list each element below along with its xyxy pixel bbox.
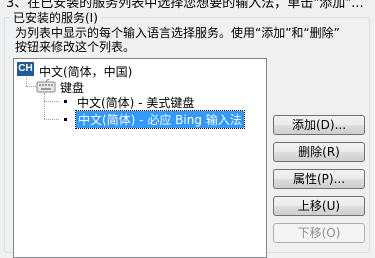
tree-connector xyxy=(26,77,27,86)
services-tree[interactable]: CH 中文(简体，中国) 键盘 中文(简体) - 美式键盘 中文(简体) - 必… xyxy=(13,58,267,258)
tree-connector xyxy=(44,119,59,120)
description-line-2: 按钮来修改这个列表。 xyxy=(15,40,136,54)
bullet-icon xyxy=(64,118,67,121)
move-up-button[interactable]: 上移(U) xyxy=(273,196,365,216)
add-button[interactable]: 添加(D)... xyxy=(273,115,365,135)
tree-connector xyxy=(44,93,45,119)
group-title: 已安装的服务(I) xyxy=(10,9,101,26)
keyboard-icon xyxy=(36,79,56,93)
tree-node-service-2-selected[interactable]: 中文(简体) - 必应 Bing 输入法 xyxy=(75,110,245,129)
move-down-button[interactable]: 下移(O) xyxy=(273,223,365,243)
remove-button[interactable]: 删除(R) xyxy=(273,142,365,162)
tree-connector xyxy=(44,101,59,102)
tree-connector xyxy=(26,86,36,87)
description-line-1: 为列表中显示的每个输入语言选择服务。使用“添加”和“删除” xyxy=(15,26,340,40)
bullet-icon xyxy=(64,100,67,103)
group-description: 为列表中显示的每个输入语言选择服务。使用“添加”和“删除” 按钮来修改这个列表。 xyxy=(15,26,370,54)
properties-button[interactable]: 属性(P)... xyxy=(273,169,365,189)
tree-node-service-1[interactable]: 中文(简体) - 美式键盘 xyxy=(77,94,194,111)
tree-node-language[interactable]: 中文(简体，中国) xyxy=(39,63,132,80)
language-badge-icon: CH xyxy=(17,62,34,76)
